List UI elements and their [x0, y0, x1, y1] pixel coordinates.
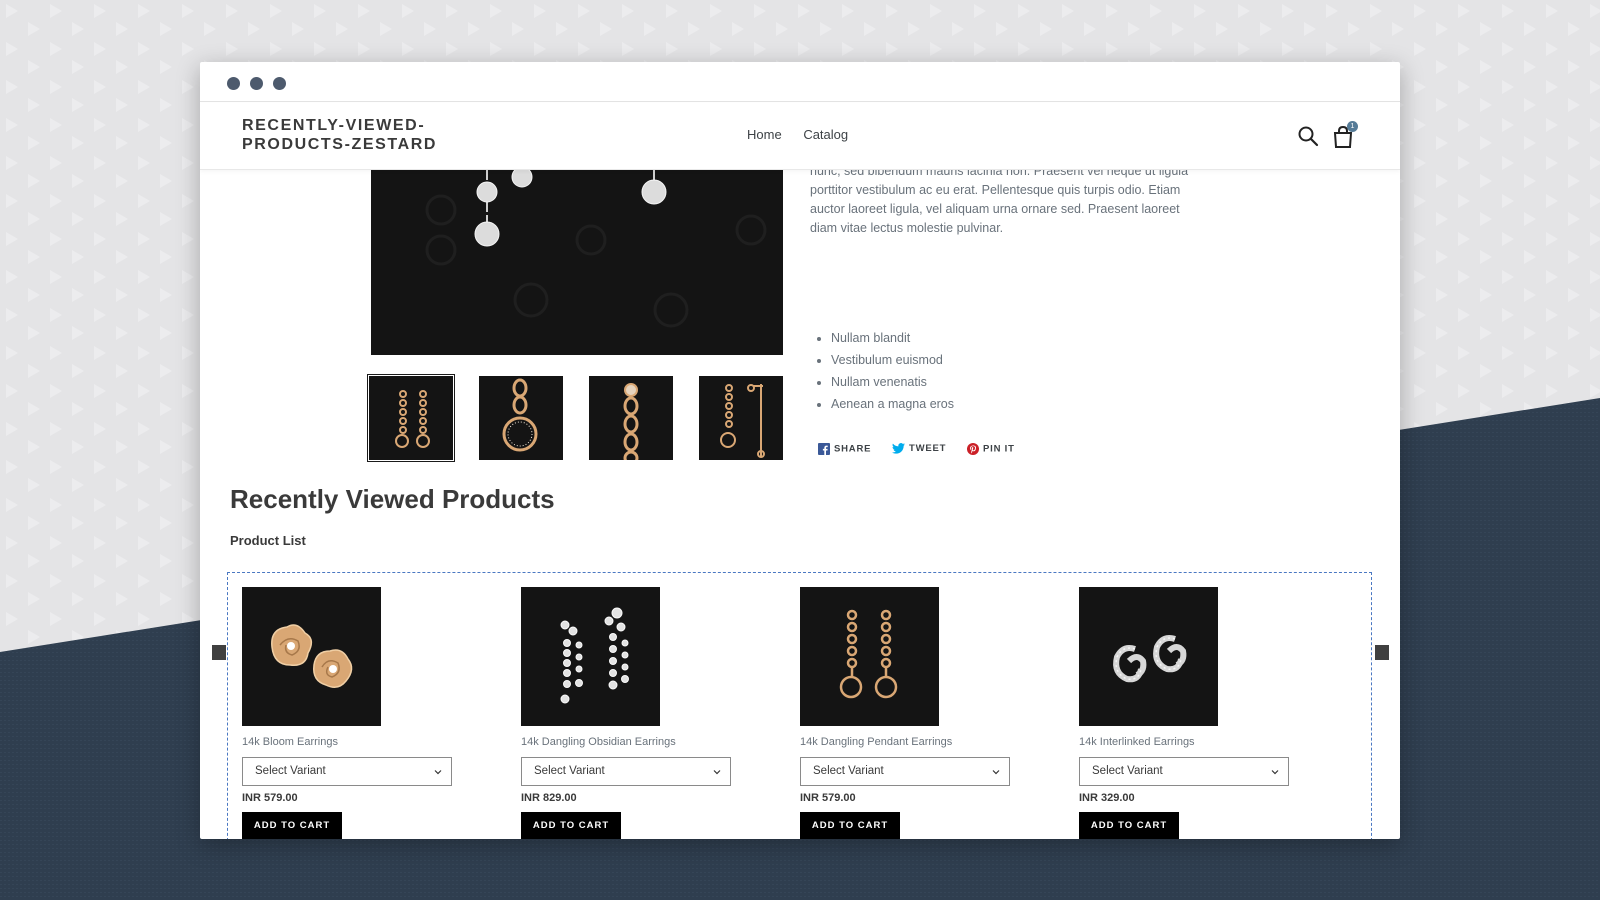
- thumbnail-4[interactable]: [699, 376, 783, 460]
- nav-item-catalog[interactable]: Catalog: [803, 127, 848, 142]
- feature-item: Nullam blandit: [831, 327, 954, 349]
- product-price: INR 829.00: [521, 792, 577, 804]
- nav-item-home[interactable]: Home: [747, 127, 782, 142]
- product-price: INR 579.00: [242, 792, 298, 804]
- product-name[interactable]: 14k Dangling Obsidian Earrings: [521, 736, 731, 748]
- variant-select-value: Select Variant: [1092, 765, 1163, 777]
- chevron-down-icon: [434, 770, 442, 775]
- product-card: 14k Interlinked Earrings Select Variant …: [1079, 587, 1289, 839]
- add-to-cart-button[interactable]: ADD TO CART: [242, 812, 342, 839]
- share-facebook-button[interactable]: SHARE: [818, 443, 871, 455]
- variant-select[interactable]: Select Variant: [521, 757, 731, 786]
- share-label: TWEET: [909, 443, 947, 455]
- share-label: PIN IT: [983, 443, 1015, 455]
- share-pinterest-button[interactable]: PIN IT: [967, 443, 1015, 455]
- cart-button[interactable]: 1: [1332, 121, 1358, 148]
- product-image[interactable]: [800, 587, 939, 726]
- window-dot-icon: [250, 77, 263, 90]
- thumbnail-2[interactable]: [479, 376, 563, 460]
- product-card: 14k Bloom Earrings Select Variant INR 57…: [242, 587, 452, 839]
- chevron-down-icon: [992, 770, 1000, 775]
- variant-select-value: Select Variant: [534, 765, 605, 777]
- facebook-icon: [818, 443, 830, 455]
- feature-item: Nullam venenatis: [831, 371, 954, 393]
- product-price: INR 329.00: [1079, 792, 1135, 804]
- variant-select[interactable]: Select Variant: [1079, 757, 1289, 786]
- feature-item: Aenean a magna eros: [831, 393, 954, 415]
- main-nav: Home Catalog: [747, 127, 866, 142]
- product-card: 14k Dangling Obsidian Earrings Select Va…: [521, 587, 731, 839]
- site-header: RECENTLY-VIEWED-PRODUCTS-ZESTARD Home Ca…: [200, 103, 1400, 170]
- slider-prev-button[interactable]: [212, 645, 226, 660]
- product-name[interactable]: 14k Interlinked Earrings: [1079, 736, 1289, 748]
- window-titlebar: [200, 62, 1400, 102]
- site-logo[interactable]: RECENTLY-VIEWED-PRODUCTS-ZESTARD: [242, 116, 462, 154]
- variant-select-value: Select Variant: [813, 765, 884, 777]
- slider-next-button[interactable]: [1375, 645, 1389, 660]
- share-twitter-button[interactable]: TWEET: [892, 443, 946, 454]
- feature-item: Vestibulum euismod: [831, 349, 954, 371]
- pinterest-icon: [967, 443, 979, 455]
- product-card: 14k Dangling Pendant Earrings Select Var…: [800, 587, 1010, 839]
- variant-select[interactable]: Select Variant: [242, 757, 452, 786]
- thumbnail-3[interactable]: [589, 376, 673, 466]
- product-name[interactable]: 14k Dangling Pendant Earrings: [800, 736, 1010, 748]
- product-image[interactable]: [521, 587, 660, 726]
- chevron-down-icon: [1271, 770, 1279, 775]
- twitter-icon: [892, 443, 905, 454]
- product-list-subtitle: Product List: [230, 533, 306, 548]
- product-name[interactable]: 14k Bloom Earrings: [242, 736, 452, 748]
- variant-select-value: Select Variant: [255, 765, 326, 777]
- product-image[interactable]: [1079, 587, 1218, 726]
- product-image[interactable]: [242, 587, 381, 726]
- chevron-down-icon: [713, 770, 721, 775]
- window-dot-icon: [273, 77, 286, 90]
- product-description: nunc, sed bibendum mauris lacinia non. P…: [810, 164, 1189, 235]
- search-icon[interactable]: [1297, 125, 1319, 147]
- window-dot-icon: [227, 77, 240, 90]
- cart-count-badge: 1: [1347, 121, 1358, 132]
- add-to-cart-button[interactable]: ADD TO CART: [521, 812, 621, 839]
- thumbnail-1[interactable]: [367, 374, 455, 462]
- variant-select[interactable]: Select Variant: [800, 757, 1010, 786]
- product-feature-list: Nullam blandit Vestibulum euismod Nullam…: [827, 327, 954, 415]
- browser-window: nunc, sed bibendum mauris lacinia non. P…: [200, 62, 1400, 839]
- recently-viewed-title: Recently Viewed Products: [230, 484, 555, 514]
- add-to-cart-button[interactable]: ADD TO CART: [800, 812, 900, 839]
- share-label: SHARE: [834, 443, 872, 455]
- product-price: INR 579.00: [800, 792, 856, 804]
- add-to-cart-button[interactable]: ADD TO CART: [1079, 812, 1179, 839]
- product-main-image: [371, 170, 783, 355]
